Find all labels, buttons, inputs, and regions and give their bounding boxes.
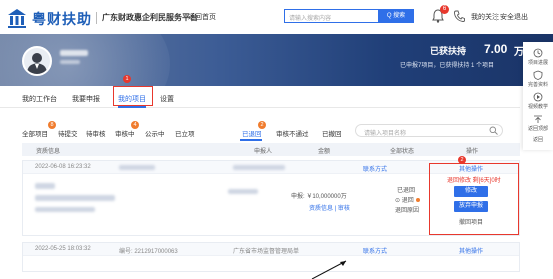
annotation-arrow bbox=[311, 260, 347, 279]
shield-icon bbox=[533, 70, 543, 80]
float-top[interactable]: 返回顶部 bbox=[523, 114, 553, 132]
floating-sidebar: 项目进展 完善资料 视频教学 返回顶部 返回 bbox=[523, 42, 553, 150]
float-label: 返回 bbox=[532, 137, 543, 143]
float-progress[interactable]: 项目进展 bbox=[523, 48, 553, 66]
arrow-up-icon bbox=[534, 115, 542, 123]
clock-icon bbox=[533, 48, 543, 58]
play-icon bbox=[533, 92, 543, 102]
float-profile[interactable]: 完善资料 bbox=[523, 70, 553, 88]
float-label: 完善资料 bbox=[527, 82, 548, 88]
float-video[interactable]: 视频教学 bbox=[523, 92, 553, 110]
float-label: 项目进展 bbox=[527, 60, 548, 66]
float-back[interactable]: 返回 bbox=[523, 136, 553, 143]
float-label: 视频教学 bbox=[527, 104, 548, 110]
float-label: 返回顶部 bbox=[527, 126, 548, 132]
